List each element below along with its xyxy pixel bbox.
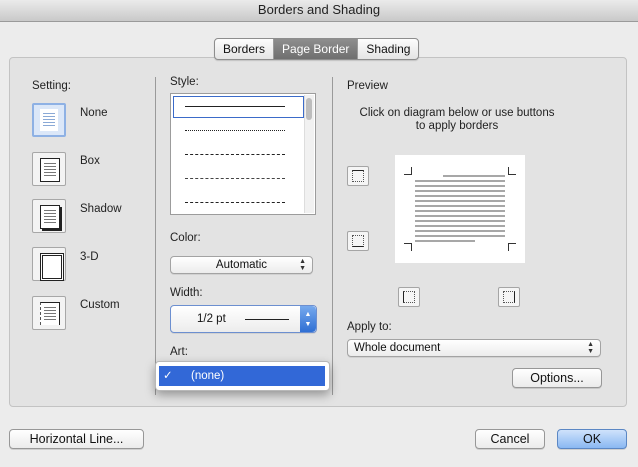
style-option-dotted[interactable]: [185, 130, 285, 131]
preview-diagram[interactable]: [395, 155, 525, 263]
setting-none-label: None: [80, 107, 108, 119]
chevron-updown-icon: ▲ ▼: [587, 341, 594, 355]
preview-text-line: [415, 180, 505, 182]
tab-bar: Borders Page Border Shading: [214, 38, 420, 60]
ok-button[interactable]: OK: [557, 429, 627, 449]
setting-none-button[interactable]: [32, 103, 66, 137]
setting-3d-label: 3-D: [80, 251, 99, 263]
preview-text-line: [415, 195, 505, 197]
art-menu-item-none[interactable]: ✓ (none): [159, 366, 325, 386]
chevron-updown-icon: ▲ ▼: [300, 306, 316, 332]
preview-text-line: [415, 205, 505, 207]
setting-custom-button[interactable]: [32, 296, 66, 330]
width-dropdown-value: 1/2 pt: [197, 313, 226, 325]
scroll-thumb[interactable]: [306, 98, 312, 120]
preview-text-line: [415, 185, 505, 187]
corner-mark: [508, 167, 516, 175]
tab-page-border[interactable]: Page Border: [274, 39, 359, 59]
style-option-long-dash[interactable]: [185, 178, 285, 179]
preview-text-line: [415, 190, 505, 192]
setting-shadow-label: Shadow: [80, 203, 122, 215]
width-dropdown[interactable]: 1/2 pt ▲ ▼: [170, 305, 317, 333]
apply-to-label: Apply to:: [347, 321, 392, 333]
preview-text-line: [415, 210, 505, 212]
preview-text-line: [415, 200, 505, 202]
preview-instruction-line2: to apply borders: [415, 120, 499, 132]
corner-mark: [404, 243, 412, 251]
preview-text-line: [415, 220, 505, 222]
setting-shadow-icon: [40, 205, 60, 229]
right-divider: [332, 77, 333, 395]
color-dropdown-value: Automatic: [215, 259, 268, 271]
preview-instructions: Click on diagram below or use buttons to…: [343, 107, 571, 133]
width-line-sample: [245, 319, 289, 320]
setting-shadow-button[interactable]: [32, 199, 66, 233]
width-label: Width:: [170, 287, 203, 299]
style-list-scrollbar[interactable]: [304, 95, 314, 213]
preview-text-line: [443, 175, 505, 177]
setting-custom-label: Custom: [80, 299, 120, 311]
apply-to-dropdown[interactable]: Whole document ▲ ▼: [347, 339, 601, 357]
setting-box-icon: [40, 158, 60, 182]
tab-shading[interactable]: Shading: [358, 39, 418, 59]
left-border-button[interactable]: [398, 287, 420, 307]
setting-3d-button[interactable]: [32, 247, 66, 281]
preview-instruction-line1: Click on diagram below or use buttons: [359, 107, 555, 119]
setting-none-icon: [40, 109, 58, 131]
style-selection-highlight: [173, 96, 304, 118]
preview-text-line: [415, 235, 505, 237]
top-border-button[interactable]: [347, 166, 369, 186]
art-label: Art:: [170, 346, 188, 358]
style-list[interactable]: [170, 93, 316, 215]
preview-text-line: [415, 215, 505, 217]
cancel-button[interactable]: Cancel: [475, 429, 545, 449]
horizontal-line-button[interactable]: Horizontal Line...: [9, 429, 144, 449]
top-border-icon: [352, 170, 364, 182]
preview-text-line: [415, 240, 475, 242]
options-button[interactable]: Options...: [512, 368, 602, 388]
apply-to-value: Whole document: [354, 342, 441, 354]
window-title: Borders and Shading: [257, 2, 381, 17]
right-border-button[interactable]: [498, 287, 520, 307]
preview-label: Preview: [347, 80, 388, 92]
setting-label: Setting:: [32, 80, 71, 92]
left-divider: [155, 77, 156, 395]
style-option-dashed[interactable]: [185, 154, 285, 155]
style-option-dash-dot[interactable]: [185, 202, 285, 203]
preview-text-line: [415, 230, 505, 232]
style-option-solid[interactable]: [185, 106, 285, 107]
setting-box-button[interactable]: [32, 152, 66, 186]
color-label: Color:: [170, 232, 201, 244]
corner-mark: [508, 243, 516, 251]
art-popup-menu: ✓ (none): [155, 361, 330, 391]
corner-mark: [404, 167, 412, 175]
preview-text-line: [415, 225, 505, 227]
left-border-icon: [403, 291, 415, 303]
color-dropdown[interactable]: Automatic ▲ ▼: [170, 256, 313, 274]
setting-custom-icon: [40, 302, 60, 325]
chevron-updown-icon: ▲ ▼: [299, 258, 306, 272]
right-border-icon: [503, 291, 515, 303]
setting-box-label: Box: [80, 155, 100, 167]
art-menu-item-label: (none): [191, 370, 225, 382]
tab-borders[interactable]: Borders: [215, 39, 275, 59]
bottom-border-button[interactable]: [347, 231, 369, 251]
window-title-bar: Borders and Shading: [0, 0, 638, 22]
style-label: Style:: [170, 76, 199, 88]
setting-3d-icon: [40, 253, 64, 281]
checkmark-icon: ✓: [163, 370, 173, 382]
bottom-border-icon: [352, 235, 364, 247]
